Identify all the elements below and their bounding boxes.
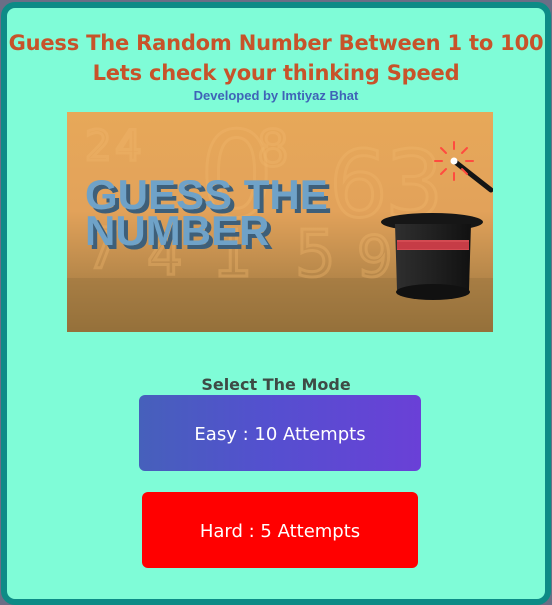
bg-digit: 5 [295, 218, 336, 292]
bg-digit: 6 [329, 131, 388, 238]
game-card: Guess The Random Number Between 1 to 100… [1, 2, 551, 605]
bg-digit: 2 [85, 121, 112, 170]
page-subtitle: Lets check your thinking Speed [92, 61, 460, 85]
guess-number-banner: 2 4 0 8 6 3 7 4 1 5 9 GUESS THE GUESS TH… [67, 112, 493, 332]
banner-illustration: 2 4 0 8 6 3 7 4 1 5 9 GUESS THE GUESS TH… [67, 112, 493, 332]
easy-mode-button[interactable]: Easy : 10 Attempts [139, 395, 421, 471]
headline-line2: NUMBER [85, 207, 269, 254]
page-title: Guess The Random Number Between 1 to 100 [8, 31, 544, 55]
bg-digit: 8 [257, 120, 289, 178]
viewport: Guess The Random Number Between 1 to 100… [0, 0, 552, 605]
mode-label: Select The Mode [201, 375, 351, 394]
developer-credit: Developed by Imtiyaz Bhat [193, 88, 359, 103]
bg-digit: 9 [357, 225, 393, 290]
hard-mode-button[interactable]: Hard : 5 Attempts [142, 492, 418, 568]
bg-digit: 4 [115, 121, 142, 170]
